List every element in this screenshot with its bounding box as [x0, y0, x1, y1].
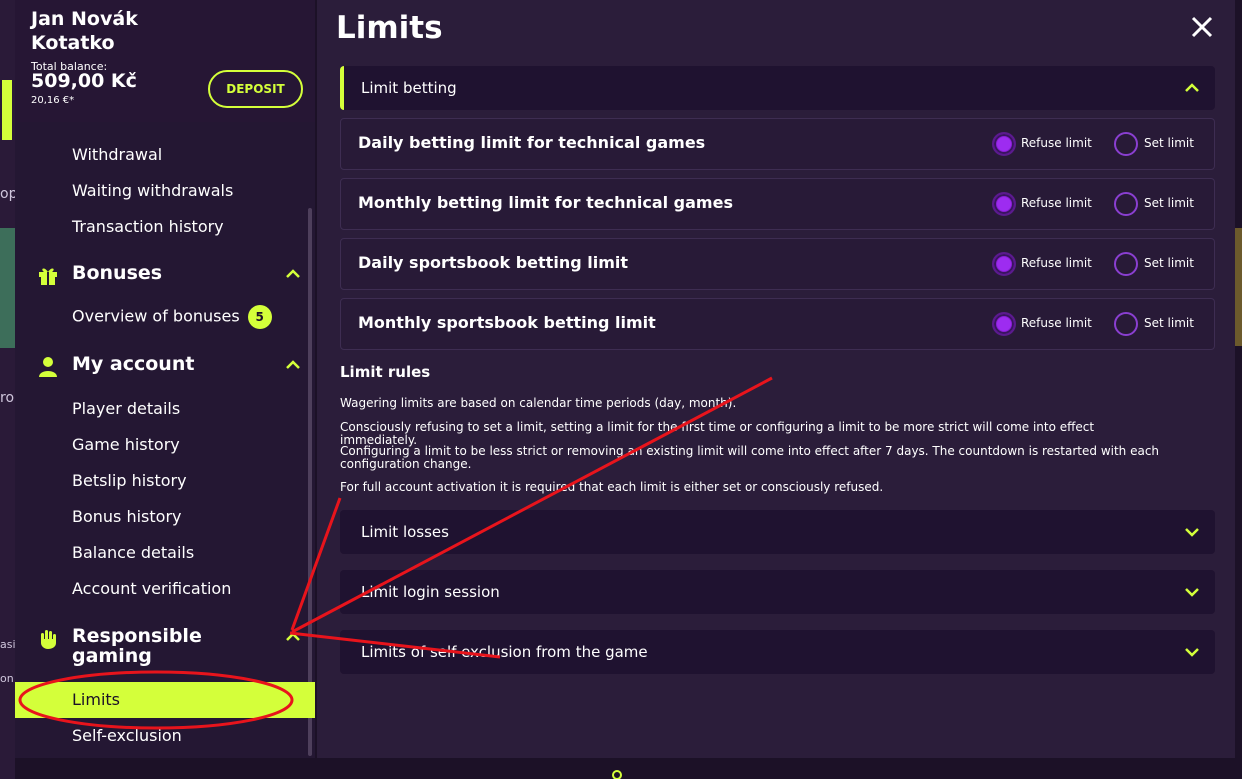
menu-item-balance-details[interactable]: Balance details: [72, 543, 194, 562]
balance-amount: 509,00 Kč: [31, 70, 137, 92]
deposit-button[interactable]: DEPOSIT: [208, 70, 303, 108]
limit-name: Daily betting limit for technical games: [358, 133, 706, 152]
hand-icon: [41, 630, 56, 649]
menu-item-player-details[interactable]: Player details: [72, 399, 180, 418]
chevron-up-icon[interactable]: [285, 357, 301, 373]
refuse-limit-label[interactable]: Refuse limit: [1021, 256, 1092, 270]
menu-item-label: Limits: [72, 690, 120, 709]
background-page: op ro asi on: [0, 0, 17, 779]
menu-item-withdrawal[interactable]: Withdrawal: [72, 145, 162, 164]
accordion-limit-betting[interactable]: Limit betting: [340, 66, 1215, 110]
background-text: asi: [0, 638, 16, 651]
user-icon: [39, 357, 57, 377]
background-page-right: [1234, 0, 1242, 779]
accordion-label: Limit login session: [361, 583, 500, 601]
limit-row: Monthly sportsbook betting limit Refuse …: [340, 298, 1215, 350]
bonus-count-badge: 5: [247, 305, 272, 329]
menu-item-self-exclusion[interactable]: Self-exclusion: [72, 726, 182, 745]
refuse-limit-label[interactable]: Refuse limit: [1021, 196, 1092, 210]
accordion-limit-losses[interactable]: Limit losses: [340, 510, 1215, 554]
refuse-limit-radio[interactable]: [992, 132, 1016, 156]
limit-rule-text: Configuring a limit to be less strict or…: [340, 444, 1160, 471]
menu-item-game-history[interactable]: Game history: [72, 435, 180, 454]
limit-rule-text: For full account activation it is requir…: [340, 480, 884, 494]
set-limit-radio[interactable]: [1114, 132, 1138, 156]
background-banner: [2, 80, 12, 140]
limit-row: Daily sportsbook betting limit Refuse li…: [340, 238, 1215, 290]
background-game-thumbnail: [0, 228, 15, 348]
limit-name: Monthly sportsbook betting limit: [358, 313, 656, 332]
close-icon[interactable]: [1187, 12, 1217, 42]
chevron-up-icon: [1185, 83, 1199, 92]
page-title: Limits: [336, 10, 443, 46]
gift-icon: [39, 268, 57, 285]
balance-eur: 20,16 €*: [31, 95, 75, 106]
set-limit-label[interactable]: Set limit: [1144, 136, 1194, 150]
menu-item-betslip-history[interactable]: Betslip history: [72, 471, 187, 490]
refuse-limit-label[interactable]: Refuse limit: [1021, 316, 1092, 330]
accordion-label: Limit losses: [361, 523, 449, 541]
set-limit-radio[interactable]: [1114, 252, 1138, 276]
section-bonuses[interactable]: Bonuses: [15, 259, 315, 295]
refuse-limit-radio[interactable]: [992, 192, 1016, 216]
limit-row: Monthly betting limit for technical game…: [340, 178, 1215, 230]
account-sidebar: Jan Novák Kotatko Total balance: 509,00 …: [15, 0, 315, 758]
chevron-down-icon: [1185, 588, 1199, 597]
refuse-limit-radio[interactable]: [992, 252, 1016, 276]
chevron-up-icon[interactable]: [285, 629, 301, 645]
menu-item-limits[interactable]: Limits: [15, 682, 315, 718]
set-limit-label[interactable]: Set limit: [1144, 196, 1194, 210]
accordion-label: Limit betting: [361, 79, 457, 97]
chevron-up-icon[interactable]: [285, 266, 301, 282]
accordion-limit-login-session[interactable]: Limit login session: [340, 570, 1215, 614]
sidebar-header: Jan Novák Kotatko Total balance: 509,00 …: [15, 0, 315, 122]
limit-name: Daily sportsbook betting limit: [358, 253, 628, 272]
limit-rule-text: Wagering limits are based on calendar ti…: [340, 396, 737, 410]
limit-name: Monthly betting limit for technical game…: [358, 193, 733, 212]
section-title: My account: [72, 353, 195, 375]
background-text: on: [0, 672, 14, 685]
set-limit-radio[interactable]: [1114, 192, 1138, 216]
section-responsible-gaming[interactable]: Responsible gaming: [15, 622, 315, 670]
menu-item-overview-bonuses[interactable]: Overview of bonuses 5: [72, 305, 272, 329]
refuse-limit-label[interactable]: Refuse limit: [1021, 136, 1092, 150]
limit-row: Daily betting limit for technical games …: [340, 118, 1215, 170]
background-text: ro: [0, 390, 15, 406]
menu-item-transaction-history[interactable]: Transaction history: [72, 217, 224, 236]
accordion-label: Limits of self-exclusion from the game: [361, 643, 648, 661]
background-icon: [612, 770, 622, 779]
chevron-down-icon: [1185, 648, 1199, 657]
menu-item-label: Overview of bonuses: [72, 306, 240, 326]
set-limit-radio[interactable]: [1114, 312, 1138, 336]
user-name: Jan Novák Kotatko: [31, 8, 138, 54]
accordion-self-exclusion[interactable]: Limits of self-exclusion from the game: [340, 630, 1215, 674]
refuse-limit-radio[interactable]: [992, 312, 1016, 336]
background-game-thumbnail: [1234, 228, 1242, 346]
menu-item-bonus-history[interactable]: Bonus history: [72, 507, 182, 526]
section-my-account[interactable]: My account: [15, 350, 315, 386]
menu-item-waiting-withdrawals[interactable]: Waiting withdrawals: [72, 181, 233, 200]
set-limit-label[interactable]: Set limit: [1144, 256, 1194, 270]
section-title: Bonuses: [72, 262, 163, 284]
chevron-down-icon: [1185, 528, 1199, 537]
set-limit-label[interactable]: Set limit: [1144, 316, 1194, 330]
menu-item-account-verification[interactable]: Account verification: [72, 579, 231, 598]
limits-panel: Limits Limit betting Daily betting limit…: [317, 0, 1235, 758]
section-title: Responsible gaming: [72, 625, 202, 667]
limit-rules-title: Limit rules: [340, 363, 431, 381]
